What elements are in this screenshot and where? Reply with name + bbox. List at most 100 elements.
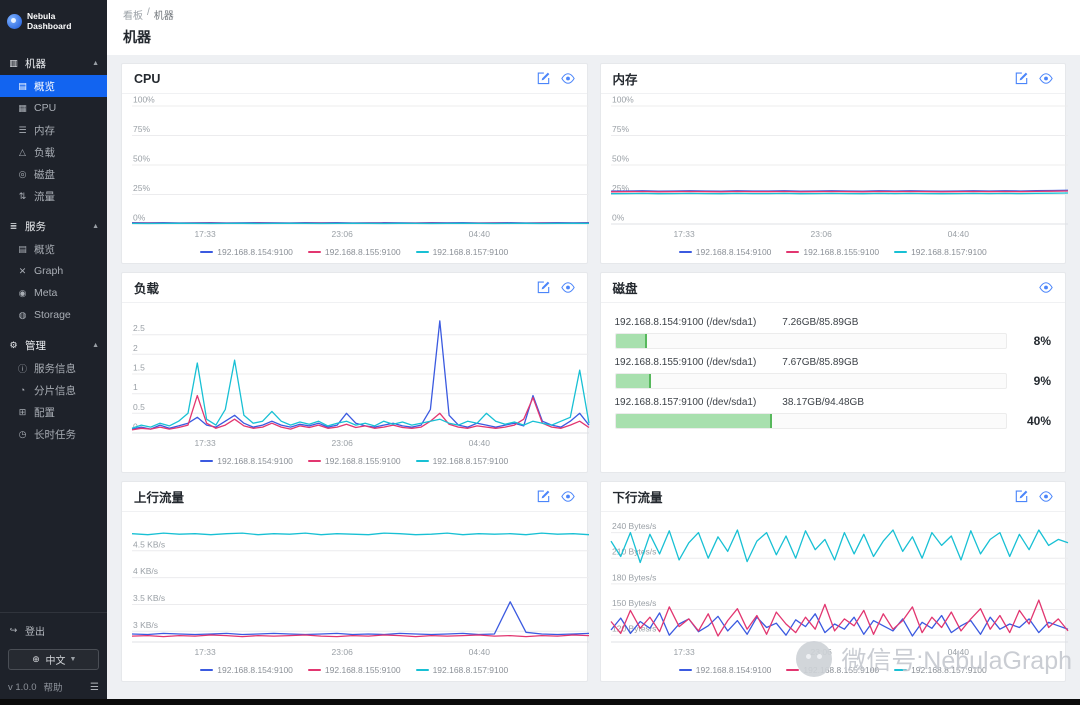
- disk-percent: 9%: [1033, 374, 1051, 388]
- legend-marker: [307, 460, 321, 462]
- svg-text:04:40: 04:40: [469, 229, 491, 239]
- legend-item[interactable]: 192.168.8.157:9100: [415, 456, 508, 466]
- config-icon: ⊞: [18, 406, 27, 417]
- sidebar-section-机器[interactable]: ▥ 机器 ▲: [0, 51, 107, 75]
- upload-traffic-legend: 192.168.8.154:9100 192.168.8.155:9100 192.…: [122, 659, 587, 681]
- disk-progress-fill: [615, 334, 647, 348]
- download-traffic-card: 下行流量 120 Bytes/s 150 Bytes/s 180 Bytes/s 21…: [599, 481, 1069, 682]
- view-icon[interactable]: [1039, 73, 1053, 84]
- legend-marker: [786, 251, 800, 253]
- legend-item[interactable]: 192.168.8.157:9100: [415, 247, 508, 257]
- card-header: 磁盘: [600, 273, 1065, 303]
- legend-marker: [415, 669, 429, 671]
- page-title: 机器: [123, 29, 151, 45]
- cpu-icon: ▦: [18, 102, 27, 113]
- view-icon[interactable]: [1039, 491, 1053, 502]
- edit-icon[interactable]: [1015, 72, 1028, 85]
- svg-text:0.5: 0.5: [133, 402, 145, 412]
- legend-marker: [678, 251, 692, 253]
- version-row: v 1.0.0 帮助 ☰: [8, 677, 99, 695]
- memory-card: 内存 0% 25% 50% 75% 100% 17:33 23:06 04:40 192.16…: [599, 63, 1068, 264]
- svg-text:17:33: 17:33: [673, 229, 695, 239]
- legend-item[interactable]: 192.168.8.154:9100: [200, 665, 293, 675]
- legend-marker: [894, 669, 908, 671]
- breadcrumb-current: 机器: [153, 11, 174, 22]
- legend-item[interactable]: 192.168.8.155:9100: [307, 665, 401, 675]
- legend-item[interactable]: 192.168.8.157:9100: [894, 247, 987, 257]
- svg-text:0%: 0%: [133, 213, 146, 223]
- view-icon[interactable]: [560, 73, 575, 84]
- legend-marker: [894, 251, 908, 253]
- legend-item[interactable]: 192.168.8.157:9100: [415, 665, 508, 675]
- chevron-up-icon: ▲: [92, 59, 99, 67]
- disk-progress-fill: [615, 374, 651, 388]
- language-selector[interactable]: ⊕ 中文 ▼: [8, 649, 99, 670]
- legend-item[interactable]: 192.168.8.157:9100: [894, 665, 987, 675]
- sidebar-item-storage[interactable]: ◍ Storage: [0, 304, 107, 326]
- view-icon[interactable]: [560, 491, 575, 502]
- disk-percent: 8%: [1033, 334, 1051, 348]
- svg-text:180 Bytes/s: 180 Bytes/s: [612, 572, 656, 582]
- disk-percent: 40%: [1026, 414, 1051, 428]
- legend-item[interactable]: 192.168.8.154:9100: [678, 665, 771, 675]
- sidebar-item-service-overview[interactable]: ▤ 概览: [0, 238, 107, 260]
- view-icon[interactable]: [1039, 282, 1053, 293]
- legend-item[interactable]: 192.168.8.155:9100: [307, 247, 401, 257]
- memory-icon: ☰: [18, 124, 27, 135]
- sidebar: Nebula Dashboard ▥ 机器 ▲ ▤ 概览 ▦ CPU ☰ 内存 △ 负载 ◎ 磁盘 ⇅ 流量…: [0, 0, 107, 699]
- legend-marker: [307, 251, 321, 253]
- sidebar-item-service-info[interactable]: ⓘ 服务信息: [0, 357, 107, 379]
- legend-item[interactable]: 192.168.8.155:9100: [786, 665, 879, 675]
- legend-item[interactable]: 192.168.8.154:9100: [200, 247, 293, 257]
- load-icon: △: [19, 146, 26, 157]
- logout-icon: ↪: [9, 624, 18, 635]
- sidebar-item-meta[interactable]: ◉ Meta: [0, 282, 107, 304]
- sidebar-item-config[interactable]: ⊞ 配置: [0, 401, 107, 423]
- svg-text:04:40: 04:40: [947, 647, 969, 657]
- legend-item[interactable]: 192.168.8.154:9100: [200, 456, 293, 466]
- sidebar-item-long-tasks[interactable]: ◷ 长时任务: [0, 423, 107, 445]
- svg-text:23:06: 23:06: [810, 647, 832, 657]
- legend-marker: [415, 251, 429, 253]
- disk-row: 192.168.8.155:9100 (/dev/sda1) 7.67GB/85.…: [614, 357, 1051, 389]
- collapse-menu-icon[interactable]: ☰: [90, 682, 99, 693]
- help-link[interactable]: 帮助: [44, 680, 63, 694]
- view-icon[interactable]: [560, 282, 575, 293]
- sidebar-item-partition-info[interactable]: ◔ 分片信息: [0, 379, 107, 401]
- sidebar-item-disk[interactable]: ◎ 磁盘: [0, 163, 107, 185]
- page-header: 看板 / 机器 机器: [107, 0, 1080, 55]
- disk-card: 磁盘 192.168.8.154:9100 (/dev/sda1) 7.26GB/…: [599, 272, 1066, 473]
- svg-text:3.5 KB/s: 3.5 KB/s: [133, 593, 165, 603]
- svg-text:17:33: 17:33: [194, 647, 216, 657]
- sidebar-item-graph[interactable]: ✕ Graph: [0, 260, 107, 282]
- nebula-logo-icon: [7, 13, 22, 29]
- logout-button[interactable]: ↪ 登出: [8, 620, 99, 640]
- svg-text:50%: 50%: [612, 154, 629, 164]
- sidebar-item-memory[interactable]: ☰ 内存: [0, 119, 107, 141]
- disk-usage: 7.67GB/85.89GB: [782, 357, 859, 368]
- legend-item[interactable]: 192.168.8.154:9100: [678, 247, 771, 257]
- sidebar-section-管理[interactable]: ⚙ 管理 ▲: [0, 333, 107, 357]
- edit-icon[interactable]: [537, 281, 550, 294]
- meta-icon: ◉: [18, 287, 27, 298]
- sidebar-item-load[interactable]: △ 负载: [0, 141, 107, 163]
- download-traffic-chart: 120 Bytes/s 150 Bytes/s 180 Bytes/s 210 Byt…: [601, 512, 1069, 659]
- edit-icon[interactable]: [1015, 490, 1028, 503]
- legend-item[interactable]: 192.168.8.155:9100: [307, 456, 401, 466]
- breadcrumb: 看板 / 机器: [123, 7, 1064, 22]
- sidebar-item-overview[interactable]: ▤ 概览: [0, 75, 107, 97]
- app-window: Nebula Dashboard ▥ 机器 ▲ ▤ 概览 ▦ CPU ☰ 内存 △ 负载 ◎ 磁盘 ⇅ 流量…: [0, 0, 1080, 699]
- legend-item[interactable]: 192.168.8.155:9100: [786, 247, 879, 257]
- app-logo[interactable]: Nebula Dashboard: [0, 0, 107, 42]
- sidebar-item-traffic[interactable]: ⇅ 流量: [0, 185, 107, 207]
- edit-icon[interactable]: [537, 490, 550, 503]
- sidebar-item-cpu[interactable]: ▦ CPU: [0, 97, 107, 119]
- edit-icon[interactable]: [537, 72, 550, 85]
- breadcrumb-home[interactable]: 看板: [123, 7, 143, 22]
- load-card: 负载 0 0.5 1 1.5 2 2.5 17:33 23:06 04:40 192.168.8…: [121, 272, 590, 473]
- sidebar-section-服务[interactable]: ≣ 服务 ▲: [0, 214, 107, 238]
- svg-text:100%: 100%: [133, 95, 155, 105]
- svg-text:75%: 75%: [133, 124, 150, 134]
- graph-icon: ✕: [18, 265, 27, 276]
- legend-marker: [200, 251, 214, 253]
